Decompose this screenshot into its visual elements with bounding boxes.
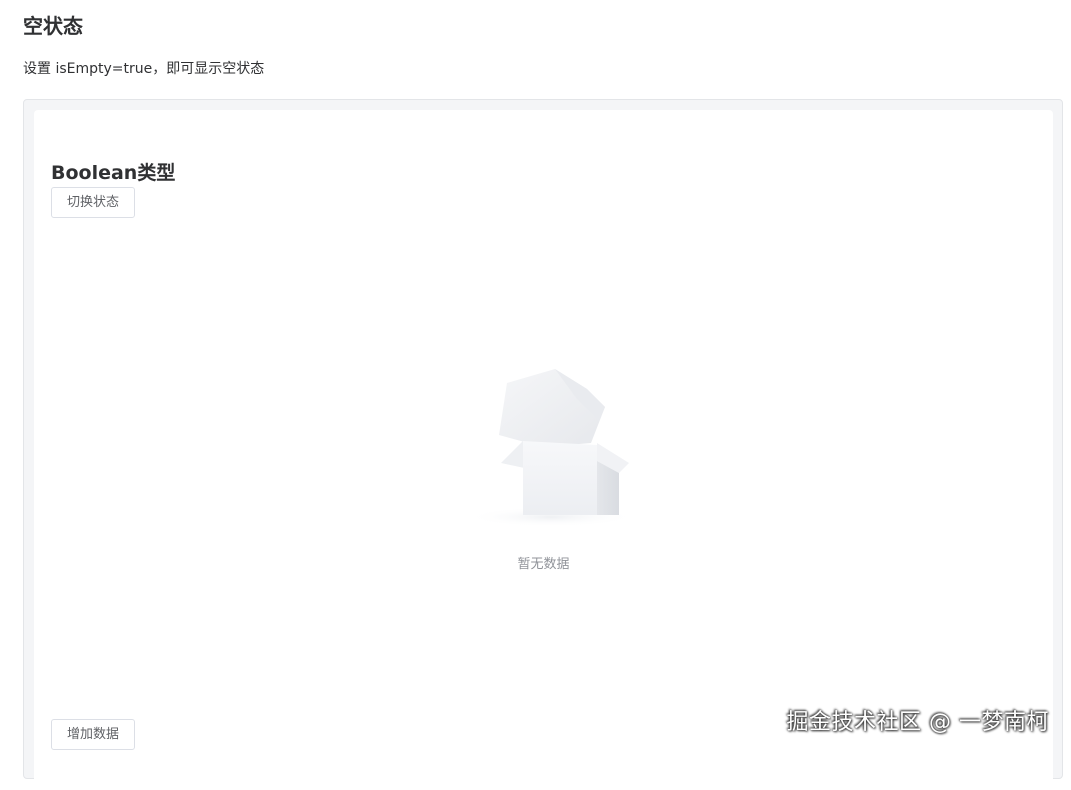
watermark: 掘金技术社区 @ 一梦南柯 bbox=[786, 710, 1049, 735]
page-title: 空状态 bbox=[23, 14, 83, 38]
demo-container: Boolean类型 切换状态 暂无数据 增加数据 bbox=[23, 99, 1063, 790]
page-description: 设置 isEmpty=true，即可显示空状态 bbox=[23, 61, 265, 77]
toggle-state-button[interactable]: 切换状态 bbox=[51, 187, 136, 218]
section-heading: Boolean类型 bbox=[51, 162, 176, 184]
empty-box-icon bbox=[459, 365, 636, 535]
demo-card: Boolean类型 切换状态 暂无数据 增加数据 bbox=[34, 110, 1053, 790]
empty-text: 暂无数据 bbox=[517, 557, 570, 572]
add-data-button[interactable]: 增加数据 bbox=[51, 719, 136, 750]
